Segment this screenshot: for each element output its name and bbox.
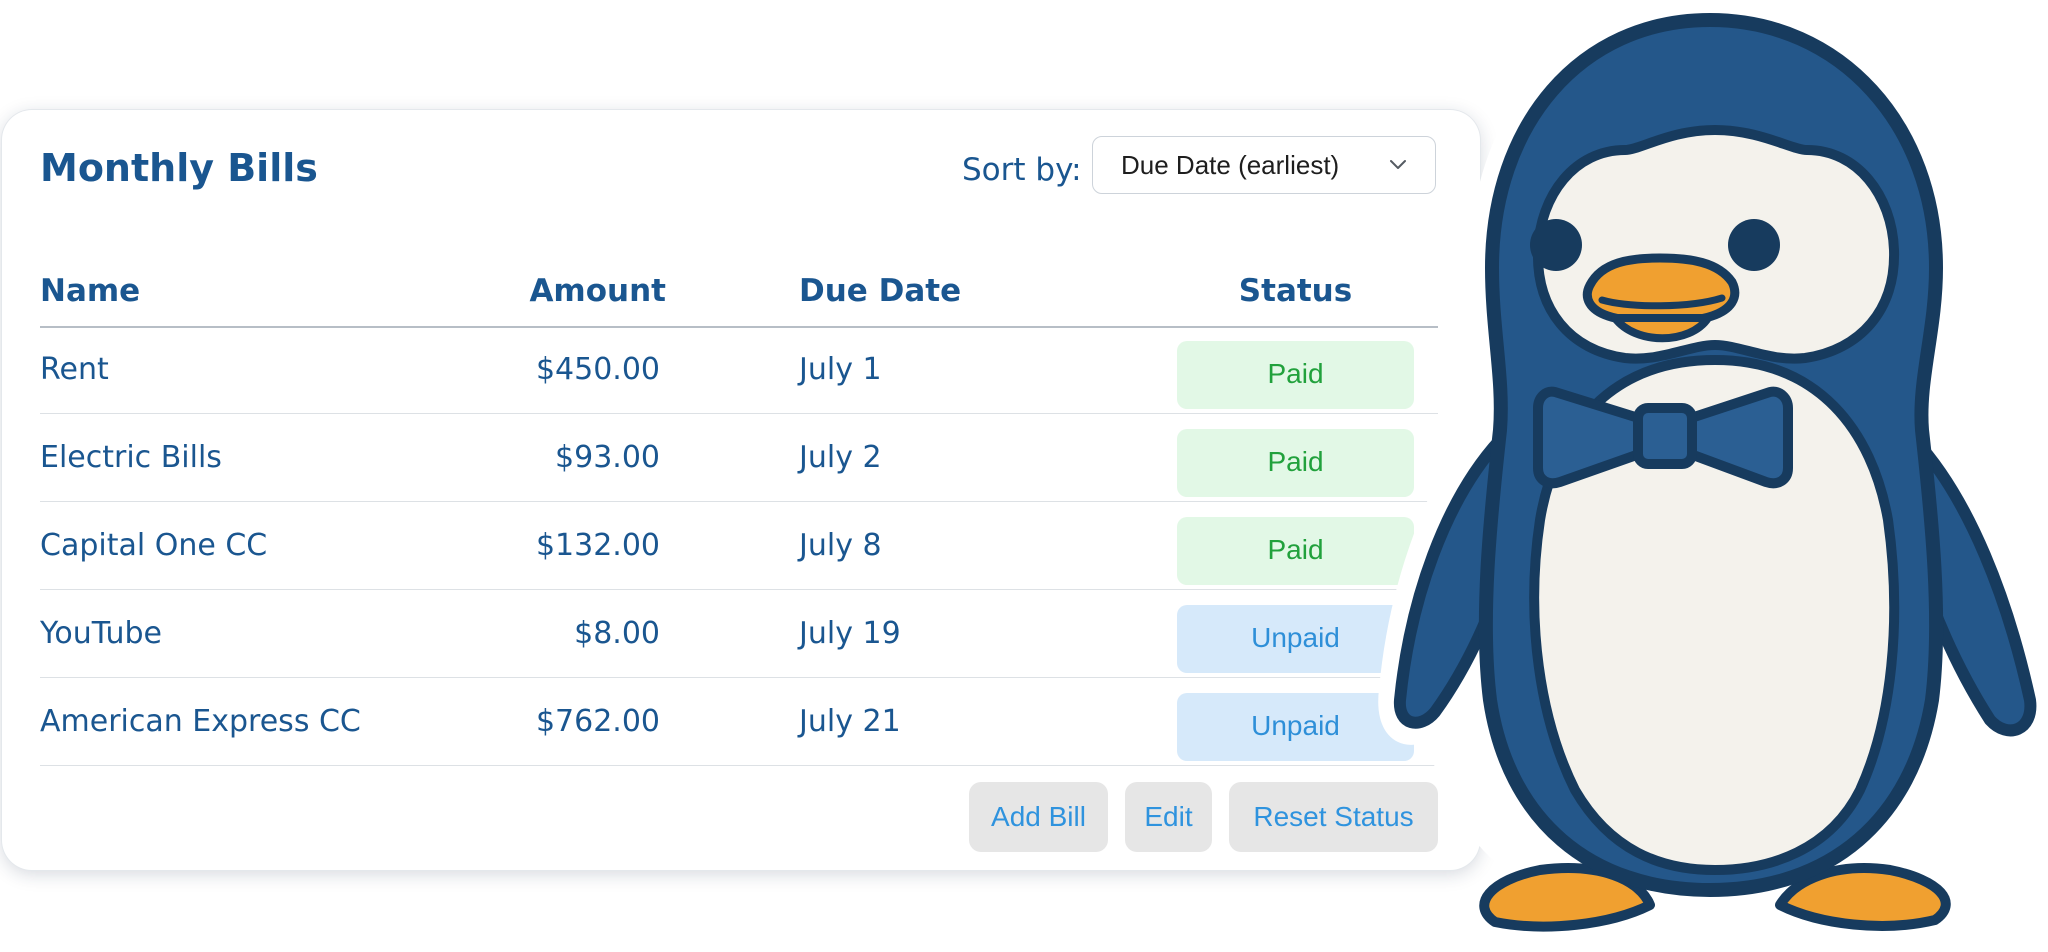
bill-due-date: July 8: [799, 528, 882, 563]
bill-due-date: July 19: [799, 616, 901, 651]
page-title: Monthly Bills: [40, 146, 318, 190]
table-row[interactable]: Electric Bills $93.00 July 2 Paid: [40, 414, 1438, 502]
bill-name: Electric Bills: [40, 440, 222, 475]
bill-amount: $450.00: [535, 352, 660, 387]
table-row[interactable]: YouTube $8.00 July 19 Unpaid: [40, 590, 1438, 678]
add-bill-button[interactable]: Add Bill: [969, 782, 1108, 852]
bill-name: Rent: [40, 352, 109, 387]
bill-due-date: July 2: [799, 440, 882, 475]
penguin-mascot-icon: [1378, 0, 2048, 950]
bill-name: Capital One CC: [40, 528, 268, 563]
bill-amount: $762.00: [535, 704, 660, 739]
edit-button[interactable]: Edit: [1125, 782, 1212, 852]
bill-name: YouTube: [40, 616, 162, 651]
table-row[interactable]: Rent $450.00 July 1 Paid: [40, 326, 1438, 414]
app-stage: Monthly Bills Sort by: Due Date (earlies…: [0, 0, 2048, 952]
column-header-due-date[interactable]: Due Date: [799, 258, 961, 324]
bill-amount: $8.00: [574, 616, 660, 651]
column-header-amount[interactable]: Amount: [410, 258, 666, 324]
table-header: Name Amount Due Date Status: [40, 258, 1438, 328]
bill-name: American Express CC: [40, 704, 361, 739]
sort-label: Sort by:: [962, 152, 1082, 188]
sort-select-value: Due Date (earliest): [1121, 150, 1340, 180]
bill-due-date: July 21: [799, 704, 901, 739]
table-row[interactable]: Capital One CC $132.00 July 8 Paid: [40, 502, 1438, 590]
bill-amount: $132.00: [535, 528, 660, 563]
bill-amount: $93.00: [555, 440, 660, 475]
bill-due-date: July 1: [799, 352, 882, 387]
table-row[interactable]: American Express CC $762.00 July 21 Unpa…: [40, 678, 1438, 766]
column-header-name[interactable]: Name: [40, 258, 140, 324]
bills-table-body: Rent $450.00 July 1 Paid Electric Bills …: [40, 326, 1438, 766]
bills-card: Monthly Bills Sort by: Due Date (earlies…: [2, 110, 1480, 870]
